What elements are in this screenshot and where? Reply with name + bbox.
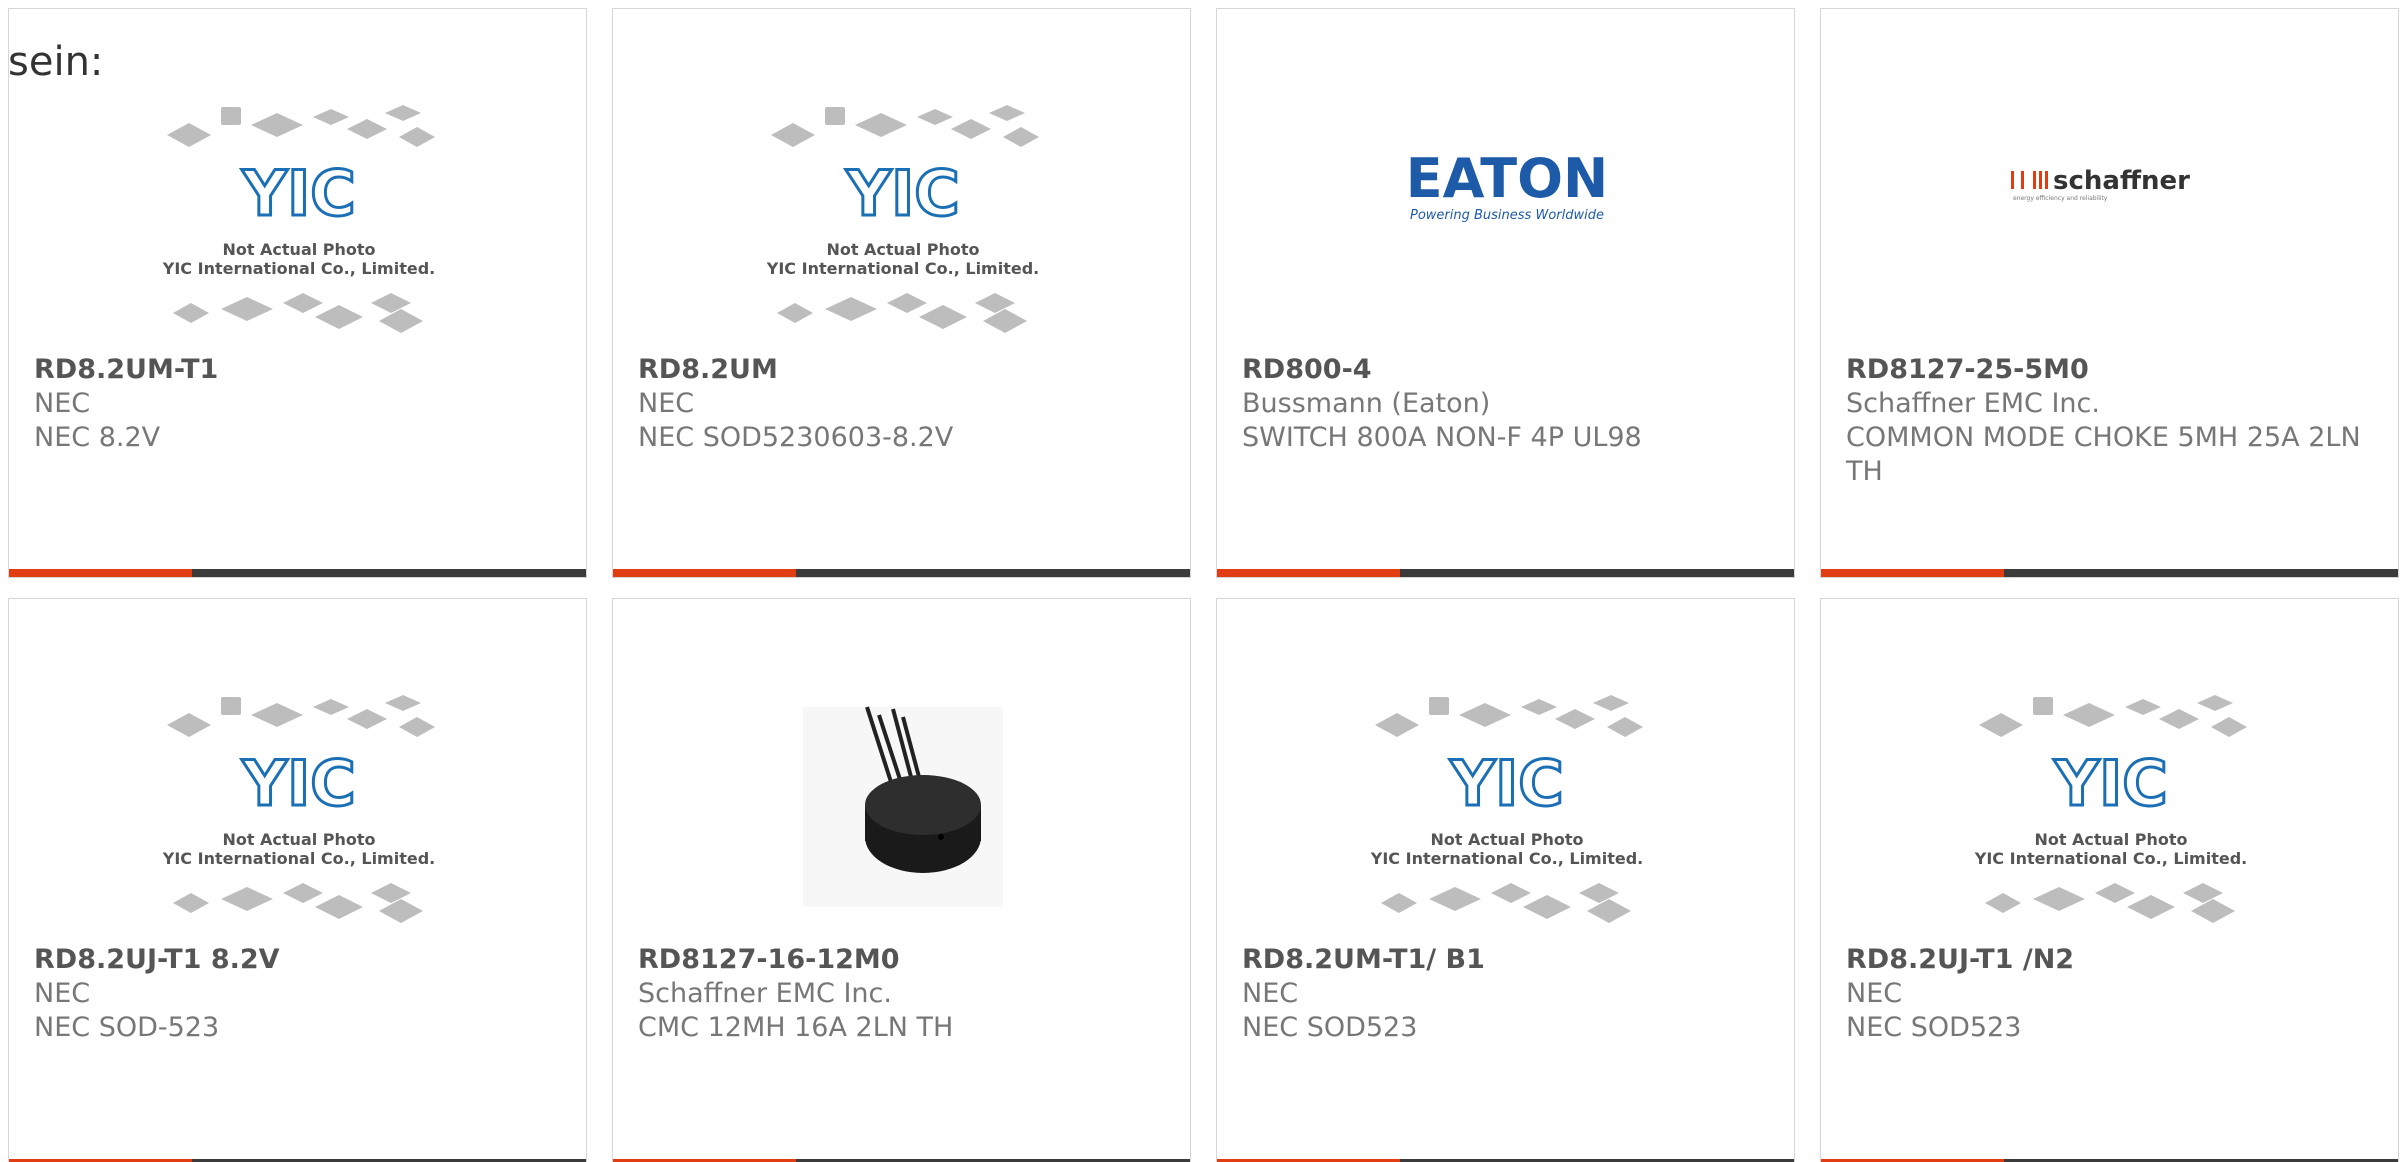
part-number-link[interactable]: RD8.2UJ-T1 8.2V <box>34 943 554 977</box>
intro-text: sein: <box>8 39 104 85</box>
manufacturer: Bussmann (Eaton) <box>1242 388 1491 419</box>
card-accent-bar <box>613 569 1190 577</box>
svg-text:YIC International Co., Limited: YIC International Co., Limited. <box>1370 849 1643 868</box>
choke-component-icon <box>803 706 1003 907</box>
svg-text:Not Actual Photo: Not Actual Photo <box>1430 830 1583 849</box>
svg-text:YIC International Co., Limited: YIC International Co., Limited. <box>162 259 435 278</box>
card-accent-bar <box>1217 569 1794 577</box>
manufacturer: NEC <box>1846 978 1903 1009</box>
manufacturer: Schaffner EMC Inc. <box>638 978 892 1009</box>
yic-placeholder-icon: YIC Not Actual Photo YIC International C… <box>162 105 435 333</box>
manufacturer: NEC <box>34 388 91 419</box>
svg-text:YIC International Co., Limited: YIC International Co., Limited. <box>1974 849 2247 868</box>
description: CMC 12MH 16A 2LN TH <box>638 1012 954 1043</box>
svg-text:YIC International Co., Limited: YIC International Co., Limited. <box>766 259 1039 278</box>
yic-placeholder-icon: YIC Not Actual Photo YIC International C… <box>162 695 435 923</box>
svg-text:YIC: YIC <box>241 747 355 820</box>
part-number-link[interactable]: RD8127-25-5M0 <box>1846 353 2366 387</box>
svg-text:YIC: YIC <box>241 157 355 230</box>
svg-text:schaffner: schaffner <box>2053 166 2190 196</box>
svg-text:Not Actual Photo: Not Actual Photo <box>222 830 375 849</box>
part-number-link[interactable]: RD8127-16-12M0 <box>638 943 1158 977</box>
yic-placeholder-icon: YIC Not Actual Photo YIC International C… <box>1974 695 2247 923</box>
manufacturer: Schaffner EMC Inc. <box>1846 388 2100 419</box>
svg-text:YIC: YIC <box>2053 747 2167 820</box>
svg-text:YIC International Co., Limited: YIC International Co., Limited. <box>162 849 435 868</box>
part-number-link[interactable]: RD8.2UJ-T1 /N2 <box>1846 943 2366 977</box>
yic-placeholder-icon: YIC Not Actual Photo YIC International C… <box>766 105 1039 333</box>
svg-text:energy efficiency and reliabil: energy efficiency and reliability <box>2013 195 2108 202</box>
description: NEC SOD-523 <box>34 1012 220 1043</box>
product-card[interactable]: YIC Not Actual Photo YIC International C… <box>1216 598 1795 1162</box>
part-number-link[interactable]: RD8.2UM-T1/ B1 <box>1242 943 1762 977</box>
manufacturer: NEC <box>34 978 91 1009</box>
product-card[interactable]: RD8127-16-12M0 Schaffner EMC Inc. CMC 12… <box>612 598 1191 1162</box>
product-image[interactable]: YIC Not Actual Photo YIC International C… <box>139 97 459 357</box>
description: NEC SOD523 <box>1846 1012 2022 1043</box>
svg-text:EATON: EATON <box>1406 147 1608 210</box>
manufacturer: NEC <box>1242 978 1299 1009</box>
product-image[interactable]: YIC Not Actual Photo YIC International C… <box>743 97 1063 357</box>
svg-text:Powering Business Worldwide: Powering Business Worldwide <box>1410 208 1604 223</box>
part-number-link[interactable]: RD8.2UM <box>638 353 1158 387</box>
svg-text:YIC: YIC <box>845 157 959 230</box>
product-image[interactable]: YIC Not Actual Photo YIC International C… <box>139 687 459 947</box>
product-card[interactable]: YIC Not Actual Photo YIC International C… <box>8 8 587 578</box>
yic-placeholder-icon: YIC Not Actual Photo YIC International C… <box>1370 695 1643 923</box>
product-image[interactable]: schaffner energy efficiency and reliabil… <box>1951 97 2271 357</box>
part-number-link[interactable]: RD8.2UM-T1 <box>34 353 554 387</box>
product-card[interactable]: YIC Not Actual Photo YIC International C… <box>1820 598 2399 1162</box>
eaton-logo-icon: EATON Powering Business Worldwide <box>1406 147 1608 223</box>
manufacturer: NEC <box>638 388 695 419</box>
product-card[interactable]: YIC Not Actual Photo YIC International C… <box>612 8 1191 578</box>
product-grid-page: sein: YIC Not Actual Photo YIC Internati… <box>0 0 2400 1162</box>
card-accent-bar <box>9 569 586 577</box>
product-image[interactable]: YIC Not Actual Photo YIC International C… <box>1347 687 1667 947</box>
product-card[interactable]: YIC Not Actual Photo YIC International C… <box>8 598 587 1162</box>
product-card[interactable]: EATON Powering Business Worldwide RD800-… <box>1216 8 1795 578</box>
description: NEC SOD5230603-8.2V <box>638 422 954 453</box>
schaffner-logo-icon: schaffner energy efficiency and reliabil… <box>2011 166 2190 202</box>
product-image[interactable]: EATON Powering Business Worldwide <box>1347 97 1667 357</box>
product-card[interactable]: schaffner energy efficiency and reliabil… <box>1820 8 2399 578</box>
product-image[interactable] <box>743 687 1063 947</box>
svg-text:Not Actual Photo: Not Actual Photo <box>222 240 375 259</box>
description: NEC 8.2V <box>34 422 161 453</box>
card-accent-bar <box>1821 569 2398 577</box>
svg-text:Not Actual Photo: Not Actual Photo <box>826 240 979 259</box>
description: NEC SOD523 <box>1242 1012 1418 1043</box>
part-number-link[interactable]: RD800-4 <box>1242 353 1762 387</box>
description: COMMON MODE CHOKE 5MH 25A 2LN TH <box>1846 422 2361 487</box>
svg-text:Not Actual Photo: Not Actual Photo <box>2034 830 2187 849</box>
description: SWITCH 800A NON-F 4P UL98 <box>1242 422 1642 453</box>
product-image[interactable]: YIC Not Actual Photo YIC International C… <box>1951 687 2271 947</box>
svg-text:YIC: YIC <box>1449 747 1563 820</box>
